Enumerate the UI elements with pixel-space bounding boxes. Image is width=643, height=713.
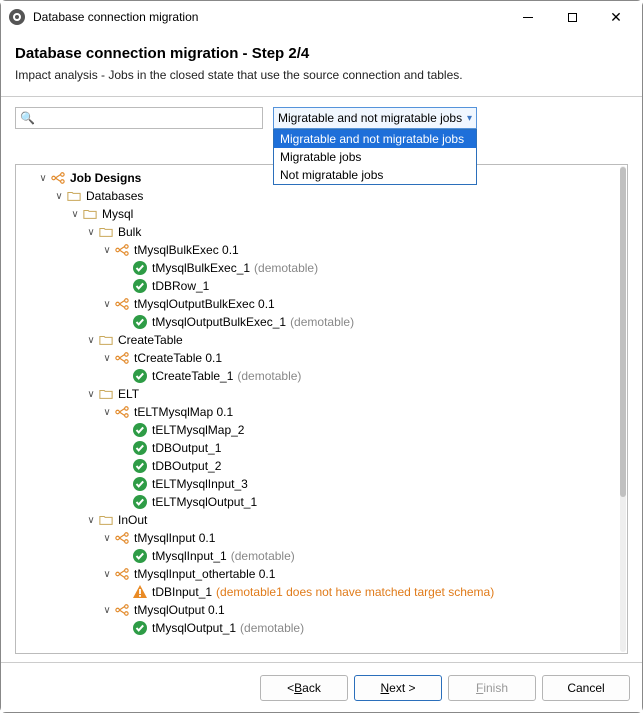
tree-item-label[interactable]: CreateTable <box>118 333 183 347</box>
tree-item-label[interactable]: tCreateTable_1 <box>152 369 233 383</box>
tree-view[interactable]: ∨ Job Designs ∨ Databases ∨ Mysql ∨ Bulk ∨ tM… <box>15 164 628 654</box>
folder-icon <box>98 224 114 240</box>
tree-item-label[interactable]: tMysqlInput_1 <box>152 549 227 563</box>
tree-item-label[interactable]: tDBRow_1 <box>152 279 209 293</box>
check-icon <box>132 494 148 510</box>
chevron-down-icon: ▾ <box>467 113 472 124</box>
cancel-button[interactable]: Cancel <box>542 675 630 701</box>
check-icon <box>132 260 148 276</box>
expand-toggle[interactable]: ∨ <box>100 531 114 545</box>
wizard-header: Database connection migration - Step 2/4… <box>1 33 642 97</box>
tree-item-label[interactable]: tMysqlOutputBulkExec 0.1 <box>134 297 275 311</box>
tree-item-label[interactable]: tMysqlOutputBulkExec_1 <box>152 315 286 329</box>
titlebar: Database connection migration ✕ <box>1 1 642 33</box>
tree-item-label[interactable]: tMysqlInput 0.1 <box>134 531 215 545</box>
expand-toggle[interactable]: ∨ <box>100 297 114 311</box>
window-title: Database connection migration <box>33 10 506 24</box>
folder-icon <box>82 206 98 222</box>
check-icon <box>132 368 148 384</box>
wizard-footer: < Back Next > Finish Cancel <box>1 662 642 712</box>
check-icon <box>132 314 148 330</box>
search-input[interactable] <box>16 108 262 128</box>
item-warning: (demotable1 does not have matched target… <box>216 585 494 599</box>
expand-toggle[interactable]: ∨ <box>100 351 114 365</box>
expand-toggle[interactable]: ∨ <box>36 171 50 185</box>
expand-toggle[interactable]: ∨ <box>84 513 98 527</box>
expand-toggle[interactable]: ∨ <box>100 567 114 581</box>
check-icon <box>132 278 148 294</box>
flow-icon <box>114 602 130 618</box>
filter-combobox[interactable]: Migratable and not migratable jobs ▾ <box>273 107 477 129</box>
expand-toggle[interactable]: ∨ <box>84 225 98 239</box>
tree-item-label[interactable]: tELTMysqlMap 0.1 <box>134 405 233 419</box>
tree-item-label[interactable]: tELTMysqlMap_2 <box>152 423 244 437</box>
flow-icon <box>114 296 130 312</box>
check-icon <box>132 440 148 456</box>
tree-item-label[interactable]: tMysqlOutput_1 <box>152 621 236 635</box>
item-note: (demotable) <box>237 369 301 383</box>
expand-toggle[interactable]: ∨ <box>52 189 66 203</box>
tree-item-label[interactable]: tELTMysqlInput_3 <box>152 477 248 491</box>
expand-toggle[interactable]: ∨ <box>84 333 98 347</box>
tree-item-label[interactable]: tDBOutput_1 <box>152 441 221 455</box>
flow-icon <box>50 170 66 186</box>
item-note: (demotable) <box>290 315 354 329</box>
expand-toggle[interactable]: ∨ <box>84 387 98 401</box>
expand-toggle[interactable]: ∨ <box>68 207 82 221</box>
flow-icon <box>114 530 130 546</box>
app-icon <box>9 9 25 25</box>
folder-icon <box>66 188 82 204</box>
expand-toggle[interactable]: ∨ <box>100 243 114 257</box>
check-icon <box>132 458 148 474</box>
next-button[interactable]: Next > <box>354 675 442 701</box>
page-title: Database connection migration - Step 2/4 <box>15 45 628 62</box>
item-note: (demotable) <box>240 621 304 635</box>
filter-dropdown: Migratable and not migratable jobs Migra… <box>273 129 477 185</box>
tree-item-label[interactable]: tDBOutput_2 <box>152 459 221 473</box>
tree-item-label[interactable]: Bulk <box>118 225 141 239</box>
warning-icon <box>132 584 148 600</box>
check-icon <box>132 620 148 636</box>
page-subtitle: Impact analysis - Jobs in the closed sta… <box>15 68 628 82</box>
tree-item-label[interactable]: Mysql <box>102 207 133 221</box>
check-icon <box>132 548 148 564</box>
close-button[interactable]: ✕ <box>594 3 638 31</box>
folder-icon <box>98 332 114 348</box>
flow-icon <box>114 350 130 366</box>
item-note: (demotable) <box>254 261 318 275</box>
minimize-button[interactable] <box>506 3 550 31</box>
filter-option[interactable]: Not migratable jobs <box>274 166 476 184</box>
tree-item-label[interactable]: tCreateTable 0.1 <box>134 351 222 365</box>
filter-option[interactable]: Migratable and not migratable jobs <box>274 130 476 148</box>
tree-item-label[interactable]: tELTMysqlOutput_1 <box>152 495 257 509</box>
expand-toggle[interactable]: ∨ <box>100 603 114 617</box>
tree-item-label[interactable]: ELT <box>118 387 139 401</box>
check-icon <box>132 476 148 492</box>
folder-icon <box>98 386 114 402</box>
tree-item-label[interactable]: tMysqlInput_othertable 0.1 <box>134 567 275 581</box>
tree-item-label[interactable]: tMysqlOutput 0.1 <box>134 603 225 617</box>
expand-toggle[interactable]: ∨ <box>100 405 114 419</box>
tree-item-label[interactable]: tMysqlBulkExec_1 <box>152 261 250 275</box>
flow-icon <box>114 566 130 582</box>
search-box[interactable]: 🔍 <box>15 107 263 129</box>
search-icon: 🔍 <box>20 111 35 125</box>
maximize-button[interactable] <box>550 3 594 31</box>
folder-icon <box>98 512 114 528</box>
finish-button: Finish <box>448 675 536 701</box>
back-button[interactable]: < Back <box>260 675 348 701</box>
tree-scrollbar[interactable] <box>620 166 626 652</box>
filter-option[interactable]: Migratable jobs <box>274 148 476 166</box>
flow-icon <box>114 242 130 258</box>
tree-item-label[interactable]: tMysqlBulkExec 0.1 <box>134 243 239 257</box>
tree-root-label[interactable]: Job Designs <box>70 171 141 185</box>
tree-item-label[interactable]: InOut <box>118 513 147 527</box>
check-icon <box>132 422 148 438</box>
flow-icon <box>114 404 130 420</box>
filter-selected: Migratable and not migratable jobs <box>278 111 462 125</box>
content-area: 🔍 Migratable and not migratable jobs ▾ M… <box>1 97 642 662</box>
tree-item-label[interactable]: Databases <box>86 189 143 203</box>
tree-item-label[interactable]: tDBInput_1 <box>152 585 212 599</box>
item-note: (demotable) <box>231 549 295 563</box>
